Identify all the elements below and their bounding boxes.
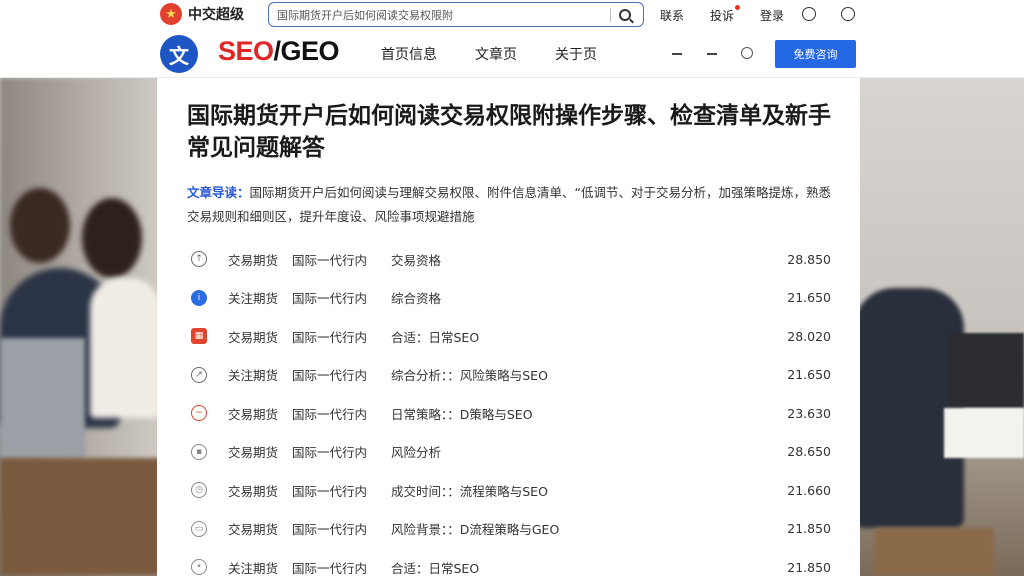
logo-seo: SEO [218,36,274,66]
row-category: 交易期货 [228,445,279,461]
nav-link-home[interactable]: 首页信息 [381,44,437,64]
search-input[interactable] [277,8,602,21]
row-category: 交易期货 [228,483,279,499]
row-value: 21.850 [787,521,831,537]
row-value: 21.650 [787,367,831,383]
message-icon[interactable] [802,7,816,21]
top-link[interactable]: 投诉 [710,4,741,24]
list-item[interactable]: ▭ 交易期货 国际一代行内 风险背景：：D流程策略与GEO 21.850 [191,510,831,549]
row-source: 国际一代行内 [292,329,368,345]
row-source: 国际一代行内 [292,291,368,307]
article-title: 国际期货开户后如何阅读交易权限附操作步骤、检查清单及新手常见问题解答 [187,103,831,161]
list-item[interactable]: ↗ 关注期货 国际一代行内 综合分析：：风险策略与SEO 21.650 [191,356,831,395]
summary-text: 国际期货开户后如何阅读与理解交易权限、附件信息清单、“低调节、对于交易分析，加强… [187,185,831,224]
circle-icon: • [191,559,207,576]
list-item[interactable]: ▪ 交易期货 国际一代行内 风险分析 28.650 [191,433,831,472]
row-source: 国际一代行内 [292,483,368,499]
row-category: 交易期货 [228,406,279,422]
bg-desk [0,458,160,576]
top-bar: ★ 中交超级 联系 投诉 登录 [0,0,1024,30]
list-item[interactable]: ↑ 交易期货 国际一代行内 交易资格 28.850 [191,240,831,279]
row-topic: 风险分析 [391,445,442,461]
row-topic: 合适：日常SEO [391,329,480,345]
row-source: 国际一代行内 [292,252,368,268]
row-category: 交易期货 [228,329,279,345]
row-source: 国际一代行内 [292,522,368,538]
calendar-icon: ▦ [191,328,207,345]
emblem-icon: ★ [160,3,182,25]
row-topic: 合适：日常SEO [391,560,480,576]
row-value: 21.650 [787,290,831,306]
minus-circle-icon: − [191,405,207,422]
row-topic: 成交时间：：流程策略与SEO [391,483,548,499]
row-category: 交易期货 [228,252,279,268]
bg-person [90,278,160,418]
doc-icon: ▭ [191,520,207,537]
globe-icon[interactable] [741,47,753,59]
row-source: 国际一代行内 [292,368,368,384]
data-list: ↑ 交易期货 国际一代行内 交易资格 28.850 i 关注期货 国际一代行内 综合资格 21.6… [191,240,831,576]
minus-icon[interactable] [672,53,682,55]
bg-chair [874,528,994,576]
bg-monitor [949,333,1024,408]
top-link-label: 投诉 [710,8,735,23]
bg-person-head [82,198,142,278]
brand-name: 中交超级 [188,7,244,23]
logo-slash: / [273,36,282,66]
list-item[interactable]: ◷ 交易期货 国际一代行内 成交时间：：流程策略与SEO 21.660 [191,471,831,510]
logo-icon[interactable]: 文 [160,35,198,73]
link-icon: ↗ [191,366,207,383]
row-value: 28.650 [787,444,831,460]
search-bar [268,2,644,27]
row-topic: 综合资格 [391,291,442,307]
row-topic: 风险背景：：D流程策略与GEO [391,522,560,538]
summary-tag[interactable]: 文章导读： [187,185,250,200]
list-item[interactable]: i 关注期货 国际一代行内 综合资格 21.650 [191,279,831,318]
info-icon: i [191,289,207,306]
logo-geo: GEO [280,36,340,66]
article-summary: 文章导读：国际期货开户后如何阅读与理解交易权限、附件信息清单、“低调节、对于交易… [187,181,837,229]
clock-icon: ◷ [191,482,207,499]
row-value: 21.850 [787,559,831,575]
search-icon[interactable] [619,8,631,21]
top-link[interactable]: 联系 [660,7,684,24]
list-item[interactable]: − 交易期货 国际一代行内 日常策略：：D策略与SEO 23.630 [191,394,831,433]
minus-icon[interactable] [707,53,717,55]
bg-person-head [10,188,70,263]
row-topic: 日常策略：：D策略与SEO [391,406,533,422]
logo-text[interactable]: SEO/GEO [218,36,340,67]
article-card: 国际期货开户后如何阅读交易权限附操作步骤、检查清单及新手常见问题解答 文章导读：… [157,78,860,576]
nav-link-about[interactable]: 关于页 [555,44,597,64]
row-source: 国际一代行内 [292,445,368,461]
row-category: 关注期货 [228,291,279,307]
row-topic: 综合分析：：风险策略与SEO [391,368,548,384]
notification-dot [735,4,741,10]
lock-icon: ▪ [191,443,207,460]
row-topic: 交易资格 [391,252,442,268]
search-divider [610,7,611,22]
row-value: 23.630 [787,405,831,421]
row-source: 国际一代行内 [292,406,368,422]
main-nav: 文 SEO/GEO 首页信息 文章页 关于页 免费咨询 [0,30,1024,78]
row-value: 21.660 [787,482,831,498]
row-value: 28.020 [787,328,831,344]
nav-link-articles[interactable]: 文章页 [475,44,517,64]
login-link[interactable]: 登录 [760,7,784,24]
list-item[interactable]: • 关注期货 国际一代行内 合适：日常SEO 21.850 [191,548,831,576]
row-category: 关注期货 [228,368,279,384]
bg-laptop [0,338,85,458]
cta-button[interactable]: 免费咨询 [775,40,856,68]
list-item[interactable]: ▦ 交易期货 国际一代行内 合适：日常SEO 28.020 [191,317,831,356]
row-value: 28.850 [787,251,831,267]
top-links: 联系 投诉 登录 [660,0,810,30]
row-category: 关注期货 [228,560,279,576]
row-category: 交易期货 [228,522,279,538]
arrow-up-icon: ↑ [191,251,207,268]
nav-links: 首页信息 文章页 关于页 [381,30,635,78]
bg-papers [944,408,1024,458]
site-brand[interactable]: ★ 中交超级 [160,3,244,25]
row-source: 国际一代行内 [292,560,368,576]
user-icon[interactable] [841,7,855,21]
